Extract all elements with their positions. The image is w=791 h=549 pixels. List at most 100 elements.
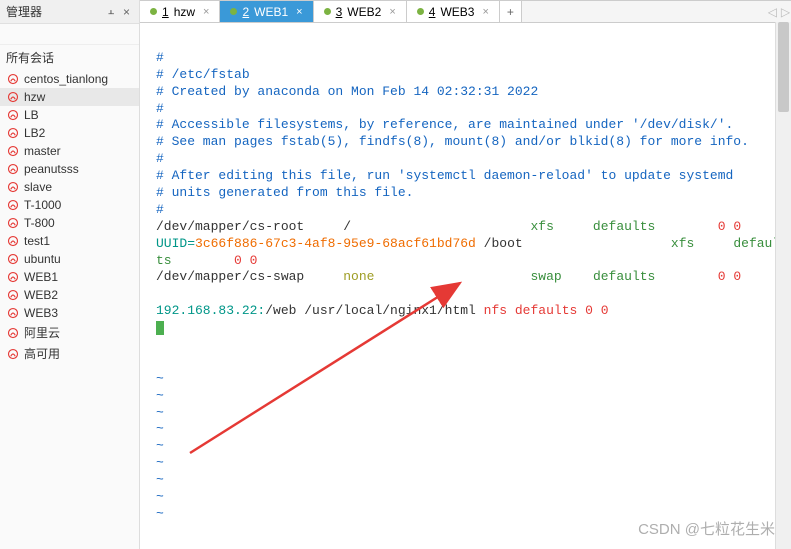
session-item[interactable]: LB [0, 106, 139, 124]
search-row: 🔍 [0, 24, 139, 45]
vim-tilde: ~ [156, 455, 164, 470]
tab-status-dot [150, 8, 157, 15]
session-item[interactable]: 高可用 [0, 343, 139, 364]
fstab-uuid-val: 3c66f886-67c3-4af8-95e9-68acf61bd76d [195, 236, 476, 251]
fstab-swap-opts: defaults [593, 269, 655, 284]
session-item[interactable]: T-800 [0, 214, 139, 232]
fstab-comment: # After editing this file, run 'systemct… [156, 168, 733, 183]
session-label: centos_tianlong [24, 72, 108, 86]
session-item[interactable]: master [0, 142, 139, 160]
search-input[interactable] [4, 28, 146, 40]
session-item[interactable]: hzw [0, 88, 139, 106]
tab-status-dot [324, 8, 331, 15]
session-icon [6, 108, 20, 122]
vim-tilde: ~ [156, 405, 164, 420]
fstab-swap-none: none [343, 269, 374, 284]
session-icon [6, 126, 20, 140]
terminal[interactable]: # # /etc/fstab # Created by anaconda on … [140, 23, 791, 549]
vim-tilde: ~ [156, 506, 164, 521]
tab-close-icon[interactable]: × [293, 6, 302, 18]
session-label: hzw [24, 90, 45, 104]
fstab-comment: # units generated from this file. [156, 185, 413, 200]
session-item[interactable]: peanutsss [0, 160, 139, 178]
sidebar-close-icon[interactable]: × [120, 5, 133, 19]
session-label: master [24, 144, 61, 158]
session-list: centos_tianlonghzw LB LB2 master peanutsss sl… [0, 70, 139, 549]
tab-spacer [522, 1, 762, 22]
session-item[interactable]: centos_tianlong [0, 70, 139, 88]
tab-close-icon[interactable]: × [200, 6, 209, 18]
fstab-boot-dump: 0 0 [234, 253, 257, 268]
tab-close-icon[interactable]: × [386, 6, 395, 18]
sidebar-header: 管理器 ⫠ × [0, 0, 139, 24]
fstab-root-fs: xfs [531, 219, 554, 234]
session-icon [6, 326, 20, 340]
fstab-root-opts: defaults [593, 219, 655, 234]
session-label: 阿里云 [24, 324, 60, 341]
session-icon [6, 306, 20, 320]
tab-number: 2 [242, 5, 249, 19]
tab[interactable]: 4 WEB3× [407, 1, 500, 22]
session-item[interactable]: WEB3 [0, 304, 139, 322]
tab-prev-icon[interactable]: ◁ [768, 5, 777, 19]
session-icon [6, 234, 20, 248]
vim-tilde: ~ [156, 489, 164, 504]
sessions-label: 所有会话 [0, 45, 139, 70]
tab-status-dot [230, 8, 237, 15]
fstab-boot-opts2: ts [156, 253, 172, 268]
session-item[interactable]: slave [0, 178, 139, 196]
fstab-boot-fs: xfs [671, 236, 694, 251]
tab[interactable]: 3 WEB2 × [314, 1, 407, 22]
fstab-root-mount: / [343, 219, 351, 234]
fstab-comment: # /etc/fstab [156, 67, 250, 82]
session-label: T-1000 [24, 198, 61, 212]
tab-label: WEB2 [347, 5, 381, 19]
tab-next-icon[interactable]: ▷ [781, 5, 790, 19]
session-label: 高可用 [24, 345, 60, 362]
nfs-src: /web [265, 303, 304, 318]
tab-label: WEB1 [254, 5, 288, 19]
vim-tilde: ~ [156, 371, 164, 386]
session-icon [6, 270, 20, 284]
tab-add-button[interactable]: + [500, 1, 522, 22]
annotation-arrow [160, 273, 480, 463]
fstab-boot-mount: /boot [476, 236, 523, 251]
fstab-comment: # [156, 202, 164, 217]
main-area: 1 hzw×2 WEB1×3 WEB2×4 WEB3× + ◁ ▷ # # /e… [140, 0, 791, 549]
tab-close-icon[interactable]: × [479, 6, 488, 18]
terminal-scrollbar[interactable] [775, 22, 791, 549]
session-item[interactable]: ubuntu [0, 250, 139, 268]
session-label: slave [24, 180, 52, 194]
session-item[interactable]: T-1000 [0, 196, 139, 214]
session-icon [6, 198, 20, 212]
session-item[interactable]: LB2 [0, 124, 139, 142]
session-label: T-800 [24, 216, 55, 230]
session-icon [6, 90, 20, 104]
session-label: WEB1 [24, 270, 58, 284]
session-item[interactable]: 阿里云 [0, 322, 139, 343]
fstab-comment: # Accessible filesystems, by reference, … [156, 117, 733, 132]
session-item[interactable]: WEB1 [0, 268, 139, 286]
vim-tilde: ~ [156, 472, 164, 487]
fstab-uuid-key: UUID= [156, 236, 195, 251]
fstab-swap-fs: swap [531, 269, 562, 284]
tab-number: 3 [336, 5, 343, 19]
session-item[interactable]: WEB2 [0, 286, 139, 304]
nfs-ip: 192.168.83.22: [156, 303, 265, 318]
tab-nav: ◁ ▷ [762, 1, 791, 22]
pin-icon[interactable]: ⫠ [105, 6, 117, 18]
session-label: LB2 [24, 126, 45, 140]
tab[interactable]: 1 hzw× [140, 1, 220, 22]
session-label: WEB3 [24, 306, 58, 320]
session-item[interactable]: test1 [0, 232, 139, 250]
vim-tilde: ~ [156, 421, 164, 436]
session-icon [6, 180, 20, 194]
vim-tilde: ~ [156, 438, 164, 453]
nfs-tail: nfs defaults 0 0 [476, 303, 609, 318]
vim-tilde: ~ [156, 388, 164, 403]
fstab-comment: # See man pages fstab(5), findfs(8), mou… [156, 134, 749, 149]
fstab-comment: # Created by anaconda on Mon Feb 14 02:3… [156, 84, 538, 99]
fstab-swap-dev: /dev/mapper/cs-swap [156, 269, 304, 284]
scrollbar-thumb[interactable] [778, 22, 789, 112]
tab[interactable]: 2 WEB1 × [220, 1, 313, 22]
